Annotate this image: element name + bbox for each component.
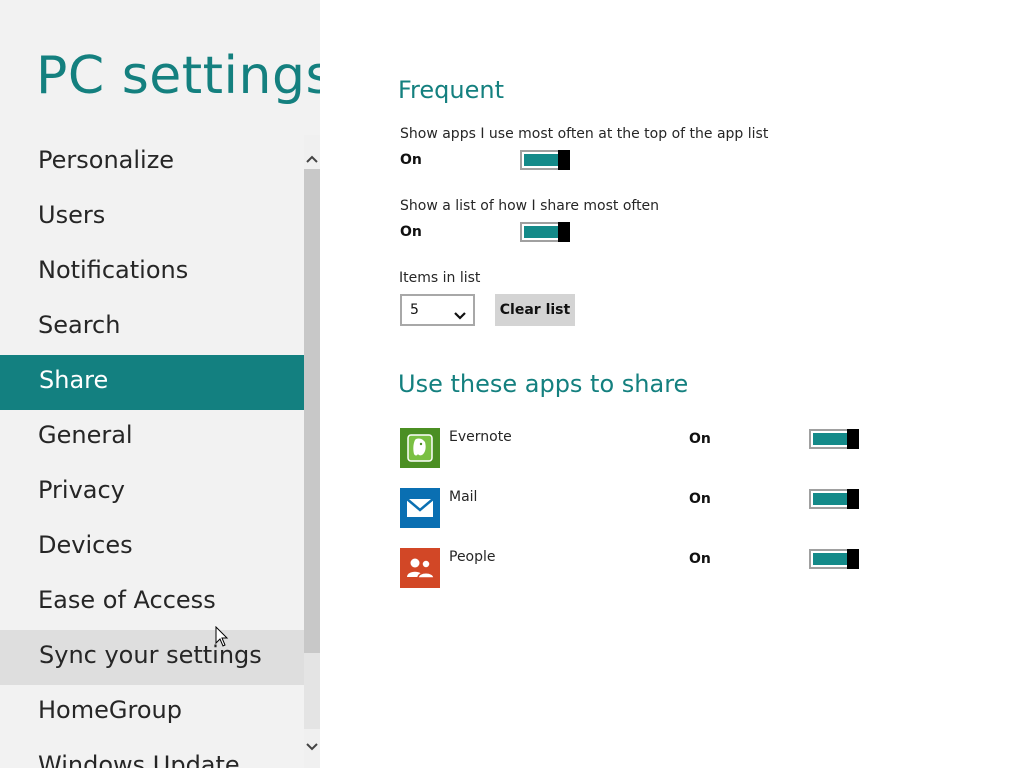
nav-item-notifications[interactable]: Notifications (0, 245, 304, 300)
mail-share-toggle[interactable] (809, 489, 859, 509)
clear-list-button[interactable]: Clear list (495, 294, 575, 326)
toggle-fill (813, 493, 847, 505)
show-apps-most-often-toggle[interactable] (520, 150, 570, 170)
nav-scrollbar[interactable] (304, 135, 320, 768)
evernote-share-toggle[interactable] (809, 429, 859, 449)
navigation-pane: PC settings Personalize Users Notificati… (0, 0, 320, 768)
share-settings-content: Frequent Show apps I use most often at t… (320, 0, 1024, 768)
nav-item-search[interactable]: Search (0, 300, 304, 355)
app-state: On (689, 431, 711, 447)
show-share-list-toggle[interactable] (520, 222, 570, 242)
share-app-row: People On (400, 548, 860, 588)
toggle-fill (813, 433, 847, 445)
nav-item-ease-of-access[interactable]: Ease of Access (0, 575, 304, 630)
scroll-down-arrow-icon[interactable] (304, 731, 320, 763)
app-name: People (449, 549, 496, 565)
toggle-fill (524, 154, 558, 166)
toggle-fill (813, 553, 847, 565)
toggle-fill (524, 226, 558, 238)
nav-item-share[interactable]: Share (0, 355, 304, 410)
app-state: On (689, 491, 711, 507)
toggle-knob (847, 489, 859, 509)
scroll-up-arrow-icon[interactable] (304, 143, 320, 175)
nav-item-homegroup[interactable]: HomeGroup (0, 685, 304, 740)
nav-item-privacy[interactable]: Privacy (0, 465, 304, 520)
pc-settings-window: PC settings Personalize Users Notificati… (0, 0, 1024, 768)
app-name: Evernote (449, 429, 512, 445)
frequent-section-title: Frequent (398, 76, 504, 104)
mail-icon (400, 488, 440, 528)
share-app-row: Mail On (400, 488, 860, 528)
nav-item-devices[interactable]: Devices (0, 520, 304, 575)
nav-item-sync-your-settings[interactable]: Sync your settings (0, 630, 320, 685)
people-icon (400, 548, 440, 588)
nav-item-general[interactable]: General (0, 410, 304, 465)
chevron-down-icon (454, 305, 466, 324)
nav-item-personalize[interactable]: Personalize (0, 135, 304, 190)
items-in-list-select[interactable]: 5 (400, 294, 475, 326)
evernote-icon (400, 428, 440, 468)
show-apps-most-often-label: Show apps I use most often at the top of… (400, 126, 769, 142)
toggle-knob (847, 429, 859, 449)
app-name: Mail (449, 489, 478, 505)
app-state: On (689, 551, 711, 567)
show-share-list-state: On (400, 224, 422, 240)
toggle-knob (558, 222, 570, 242)
page-title: PC settings (36, 46, 320, 106)
show-apps-most-often-state: On (400, 152, 422, 168)
scrollbar-thumb[interactable] (304, 169, 320, 653)
nav-list: Personalize Users Notifications Search S… (0, 135, 320, 768)
items-in-list-value: 5 (410, 302, 419, 318)
toggle-knob (847, 549, 859, 569)
nav-item-windows-update[interactable]: Windows Update (0, 740, 304, 768)
share-app-row: Evernote On (400, 428, 860, 468)
nav-item-users[interactable]: Users (0, 190, 304, 245)
items-in-list-label: Items in list (399, 270, 481, 286)
show-share-list-label: Show a list of how I share most often (400, 198, 660, 214)
share-apps-section-title: Use these apps to share (398, 370, 689, 398)
toggle-knob (558, 150, 570, 170)
people-share-toggle[interactable] (809, 549, 859, 569)
